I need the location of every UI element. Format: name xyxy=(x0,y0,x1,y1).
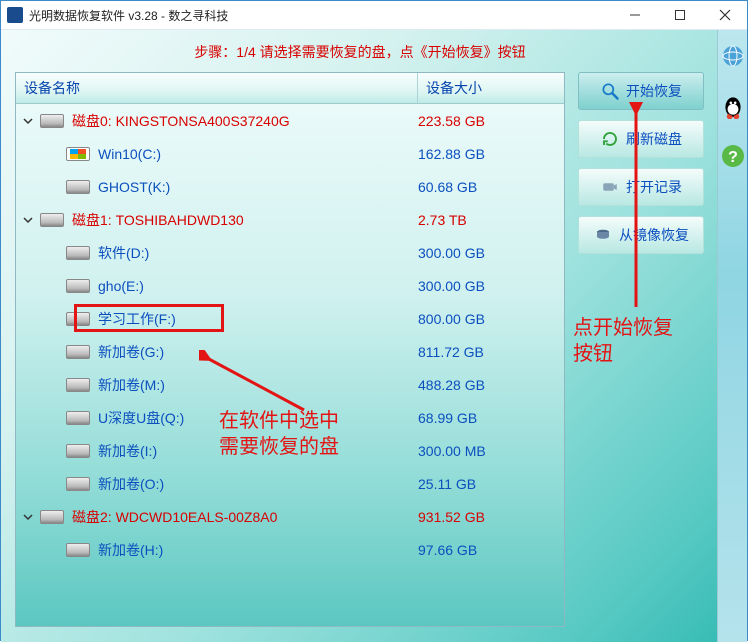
dock-help-icon[interactable]: ? xyxy=(719,142,747,170)
volume-row[interactable]: gho(E:) 300.00 GB xyxy=(16,269,564,302)
col-device-name[interactable]: 设备名称 xyxy=(16,73,418,103)
minimize-button[interactable] xyxy=(612,1,657,29)
item-name: 新加卷(H:) xyxy=(98,540,163,560)
recover-from-image-label: 从镜像恢复 xyxy=(619,225,689,245)
item-name: 新加卷(G:) xyxy=(98,342,164,362)
expand-toggle[interactable] xyxy=(22,214,34,226)
volume-row[interactable]: 软件(D:) 300.00 GB xyxy=(16,236,564,269)
item-name: 软件(D:) xyxy=(98,243,149,263)
volume-row[interactable]: 新加卷(H:) 97.66 GB xyxy=(16,533,564,566)
disk-row[interactable]: 磁盘0: KINGSTONSA400S37240G 223.58 GB xyxy=(16,104,564,137)
drive-icon xyxy=(66,477,90,491)
item-size: 931.52 GB xyxy=(418,509,548,525)
expand-toggle[interactable] xyxy=(22,115,34,127)
hdd-icon xyxy=(593,225,613,245)
disk-row[interactable]: 磁盘1: TOSHIBAHDWD130 2.73 TB xyxy=(16,203,564,236)
list-header: 设备名称 设备大小 xyxy=(16,73,564,104)
start-recover-label: 开始恢复 xyxy=(626,81,682,101)
col-device-size[interactable]: 设备大小 xyxy=(418,73,564,103)
drive-icon xyxy=(66,246,90,260)
item-name: 新加卷(O:) xyxy=(98,474,164,494)
volume-row[interactable]: 新加卷(G:) 811.72 GB xyxy=(16,335,564,368)
volume-row[interactable]: 新加卷(M:) 488.28 GB xyxy=(16,368,564,401)
svg-text:?: ? xyxy=(728,149,738,166)
drive-icon xyxy=(66,279,90,293)
disk-icon xyxy=(40,114,64,128)
main-panel: 步骤：1/4 请选择需要恢复的盘，点《开始恢复》按钮 设备名称 设备大小 磁盘0… xyxy=(1,30,717,642)
app-icon xyxy=(7,7,23,23)
titlebar: 光明数据恢复软件 v3.28 - 数之寻科技 xyxy=(1,1,747,30)
item-name: 磁盘2: WDCWD10EALS-00Z8A0 xyxy=(72,507,277,527)
camera-icon xyxy=(600,177,620,197)
item-name: Win10(C:) xyxy=(98,146,161,162)
window-title: 光明数据恢复软件 v3.28 - 数之寻科技 xyxy=(29,7,612,24)
item-name: 新加卷(M:) xyxy=(98,375,165,395)
item-size: 300.00 GB xyxy=(418,278,548,294)
volume-row[interactable]: 新加卷(O:) 25.11 GB xyxy=(16,467,564,500)
disk-icon xyxy=(40,213,64,227)
item-size: 162.88 GB xyxy=(418,146,548,162)
item-size: 223.58 GB xyxy=(418,113,548,129)
drive-icon xyxy=(66,180,90,194)
item-size: 97.66 GB xyxy=(418,542,548,558)
drive-icon xyxy=(66,378,90,392)
windows-icon xyxy=(66,147,90,161)
item-name: 磁盘0: KINGSTONSA400S37240G xyxy=(72,111,290,131)
volume-row[interactable]: 学习工作(F:)800.00 GB xyxy=(16,302,564,335)
dock-globe-icon[interactable] xyxy=(719,42,747,70)
item-size: 800.00 GB xyxy=(418,311,548,327)
disk-icon xyxy=(40,510,64,524)
app-window: 光明数据恢复软件 v3.28 - 数之寻科技 步骤：1/4 请选择需要恢复的盘，… xyxy=(0,0,748,641)
volume-row[interactable]: Win10(C:) 162.88 GB xyxy=(16,137,564,170)
open-log-label: 打开记录 xyxy=(626,177,682,197)
item-size: 488.28 GB xyxy=(418,377,548,393)
item-size: 68.99 GB xyxy=(418,410,548,426)
refresh-disk-button[interactable]: 刷新磁盘 xyxy=(578,120,704,158)
volume-row[interactable]: U深度U盘(Q:) 68.99 GB xyxy=(16,401,564,434)
item-size: 300.00 MB xyxy=(418,443,548,459)
client-area: 步骤：1/4 请选择需要恢复的盘，点《开始恢复》按钮 设备名称 设备大小 磁盘0… xyxy=(1,30,747,642)
drive-icon xyxy=(66,345,90,359)
item-size: 811.72 GB xyxy=(418,344,548,360)
close-button[interactable] xyxy=(702,1,747,29)
expand-toggle[interactable] xyxy=(22,511,34,523)
open-log-button[interactable]: 打开记录 xyxy=(578,168,704,206)
item-name: 磁盘1: TOSHIBAHDWD130 xyxy=(72,210,244,230)
item-name: U深度U盘(Q:) xyxy=(98,408,184,428)
refresh-icon xyxy=(600,129,620,149)
drive-icon xyxy=(66,444,90,458)
drive-icon xyxy=(66,543,90,557)
item-size: 2.73 TB xyxy=(418,212,548,228)
device-list: 设备名称 设备大小 磁盘0: KINGSTONSA400S37240G 223.5… xyxy=(15,72,565,627)
step-banner: 步骤：1/4 请选择需要恢复的盘，点《开始恢复》按钮 xyxy=(15,40,705,72)
item-name: gho(E:) xyxy=(98,278,144,294)
drive-icon xyxy=(66,411,90,425)
volume-row[interactable]: GHOST(K:) 60.68 GB xyxy=(16,170,564,203)
maximize-button[interactable] xyxy=(657,1,702,29)
disk-row[interactable]: 磁盘2: WDCWD10EALS-00Z8A0 931.52 GB xyxy=(16,500,564,533)
search-icon xyxy=(600,81,620,101)
item-name: GHOST(K:) xyxy=(98,179,170,195)
refresh-disk-label: 刷新磁盘 xyxy=(626,129,682,149)
right-dock: ? xyxy=(717,30,747,642)
action-panel: 开始恢复 刷新磁盘 打开记录 xyxy=(577,72,705,627)
annotation-selection-box xyxy=(74,304,224,332)
item-name: 新加卷(I:) xyxy=(98,441,157,461)
body: 设备名称 设备大小 磁盘0: KINGSTONSA400S37240G 223.5… xyxy=(15,72,705,627)
list-rows: 磁盘0: KINGSTONSA400S37240G 223.58 GB Win10(… xyxy=(16,104,564,626)
item-size: 300.00 GB xyxy=(418,245,548,261)
volume-row[interactable]: 新加卷(I:) 300.00 MB xyxy=(16,434,564,467)
dock-qq-icon[interactable] xyxy=(719,92,747,120)
item-size: 60.68 GB xyxy=(418,179,548,195)
start-recover-button[interactable]: 开始恢复 xyxy=(578,72,704,110)
item-size: 25.11 GB xyxy=(418,476,548,492)
recover-from-image-button[interactable]: 从镜像恢复 xyxy=(578,216,704,254)
